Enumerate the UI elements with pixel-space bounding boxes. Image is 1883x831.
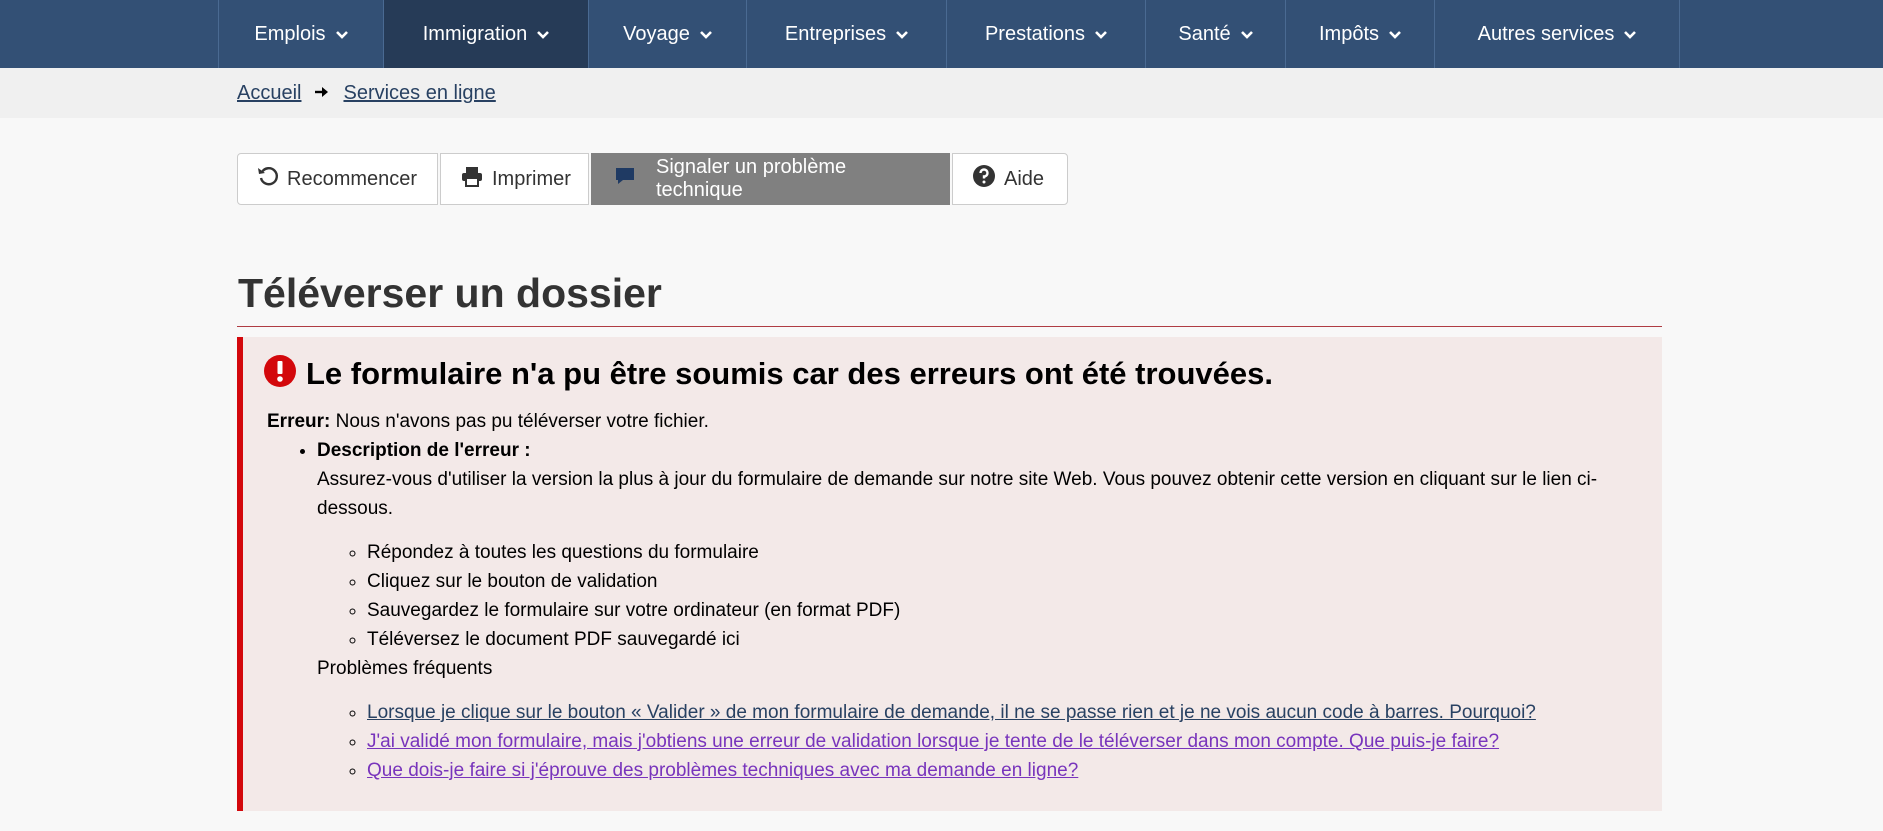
breadcrumb-home-link[interactable]: Accueil: [237, 82, 301, 105]
steps-list: Répondez à toutes les questions du formu…: [367, 538, 1647, 654]
menu-item-immigration[interactable]: Immigration: [383, 0, 588, 68]
faq-link-validation-error[interactable]: J'ai validé mon formulaire, mais j'obtie…: [367, 731, 1499, 752]
chevron-down-icon: [537, 23, 550, 46]
menu-item-label: Impôts: [1318, 22, 1380, 45]
main-menu: Emplois Immigration Voyage Entreprises P…: [218, 0, 1680, 68]
arrow-right-icon: [315, 85, 329, 103]
faq-links-list: Lorsque je clique sur le bouton « Valide…: [367, 698, 1647, 785]
faq-link-valider[interactable]: Lorsque je clique sur le bouton « Valide…: [367, 702, 1536, 723]
chevron-down-icon: [699, 23, 712, 46]
list-item: Que dois-je faire si j'éprouve des probl…: [367, 756, 1647, 785]
restart-label: Recommencer: [287, 167, 418, 190]
title-divider: [237, 326, 1662, 327]
page-title: Téléverser un dossier: [238, 270, 662, 316]
menu-item-impots[interactable]: Impôts: [1285, 0, 1434, 68]
alert-body: Erreur: Nous n'avons pas pu téléverser v…: [267, 407, 1647, 785]
list-item: Répondez à toutes les questions du formu…: [367, 538, 1647, 567]
print-button[interactable]: Imprimer: [440, 153, 589, 205]
exclamation-circle-icon: [263, 354, 297, 393]
menu-item-label: Immigration: [422, 22, 528, 45]
menu-item-prestations[interactable]: Prestations: [946, 0, 1145, 68]
question-circle-icon: [972, 164, 1004, 194]
menu-item-autres-services[interactable]: Autres services: [1434, 0, 1680, 68]
chevron-down-icon: [896, 23, 908, 46]
chevron-down-icon: [1240, 23, 1253, 46]
report-problem-button[interactable]: Signaler un problème technique: [591, 153, 950, 205]
chevron-down-icon: [1624, 23, 1637, 46]
restart-icon: [257, 165, 287, 193]
chevron-down-icon: [1095, 23, 1107, 46]
error-description-item: Description de l'erreur : Assurez-vous d…: [317, 436, 1647, 785]
alert-heading: Le formulaire n'a pu être soumis car des…: [306, 355, 1273, 391]
error-alert: Le formulaire n'a pu être soumis car des…: [237, 337, 1662, 811]
top-navigation: Emplois Immigration Voyage Entreprises P…: [0, 0, 1883, 68]
list-item: Sauvegardez le formulaire sur votre ordi…: [367, 596, 1647, 625]
list-item: Cliquez sur le bouton de validation: [367, 567, 1647, 596]
help-button[interactable]: Aide: [952, 153, 1068, 205]
report-problem-label: Signaler un problème technique: [656, 156, 847, 201]
menu-item-sante[interactable]: Santé: [1145, 0, 1285, 68]
breadcrumb-services-link[interactable]: Services en ligne: [343, 82, 495, 105]
menu-item-label: Santé: [1178, 22, 1231, 45]
menu-item-emplois[interactable]: Emplois: [218, 0, 383, 68]
comment-icon: [614, 166, 644, 192]
error-description-text: Assurez-vous d'utiliser la version la pl…: [317, 469, 1598, 519]
menu-item-voyage[interactable]: Voyage: [588, 0, 746, 68]
help-label: Aide: [1004, 167, 1045, 190]
print-label: Imprimer: [492, 167, 571, 190]
error-summary: Erreur: Nous n'avons pas pu téléverser v…: [267, 407, 1647, 436]
menu-item-label: Voyage: [623, 22, 690, 45]
error-label: Erreur:: [267, 411, 331, 432]
error-text: Nous n'avons pas pu téléverser votre fic…: [330, 411, 709, 432]
error-description-label: Description de l'erreur :: [317, 440, 531, 461]
chevron-down-icon: [1389, 23, 1401, 46]
menu-item-label: Autres services: [1477, 22, 1615, 45]
menu-item-entreprises[interactable]: Entreprises: [746, 0, 946, 68]
chevron-down-icon: [335, 23, 348, 46]
list-item: Lorsque je clique sur le bouton « Valide…: [367, 698, 1647, 727]
breadcrumb-bar: Accueil Services en ligne: [0, 68, 1883, 118]
error-details-list: Description de l'erreur : Assurez-vous d…: [317, 436, 1647, 785]
breadcrumb: Accueil Services en ligne: [237, 82, 496, 105]
restart-button[interactable]: Recommencer: [237, 153, 438, 205]
menu-item-label: Prestations: [984, 22, 1086, 45]
menu-item-label: Emplois: [254, 22, 326, 45]
menu-item-label: Entreprises: [784, 22, 887, 45]
faq-link-technical-problems[interactable]: Que dois-je faire si j'éprouve des probl…: [367, 760, 1078, 781]
list-item: Téléversez le document PDF sauvegardé ic…: [367, 625, 1647, 654]
faq-label: Problèmes fréquents: [317, 658, 493, 679]
alert-header: Le formulaire n'a pu être soumis car des…: [263, 354, 1273, 393]
list-item: J'ai validé mon formulaire, mais j'obtie…: [367, 727, 1647, 756]
action-toolbar: Recommencer Imprimer Signaler un problèm…: [237, 153, 1070, 205]
printer-icon: [460, 165, 492, 193]
